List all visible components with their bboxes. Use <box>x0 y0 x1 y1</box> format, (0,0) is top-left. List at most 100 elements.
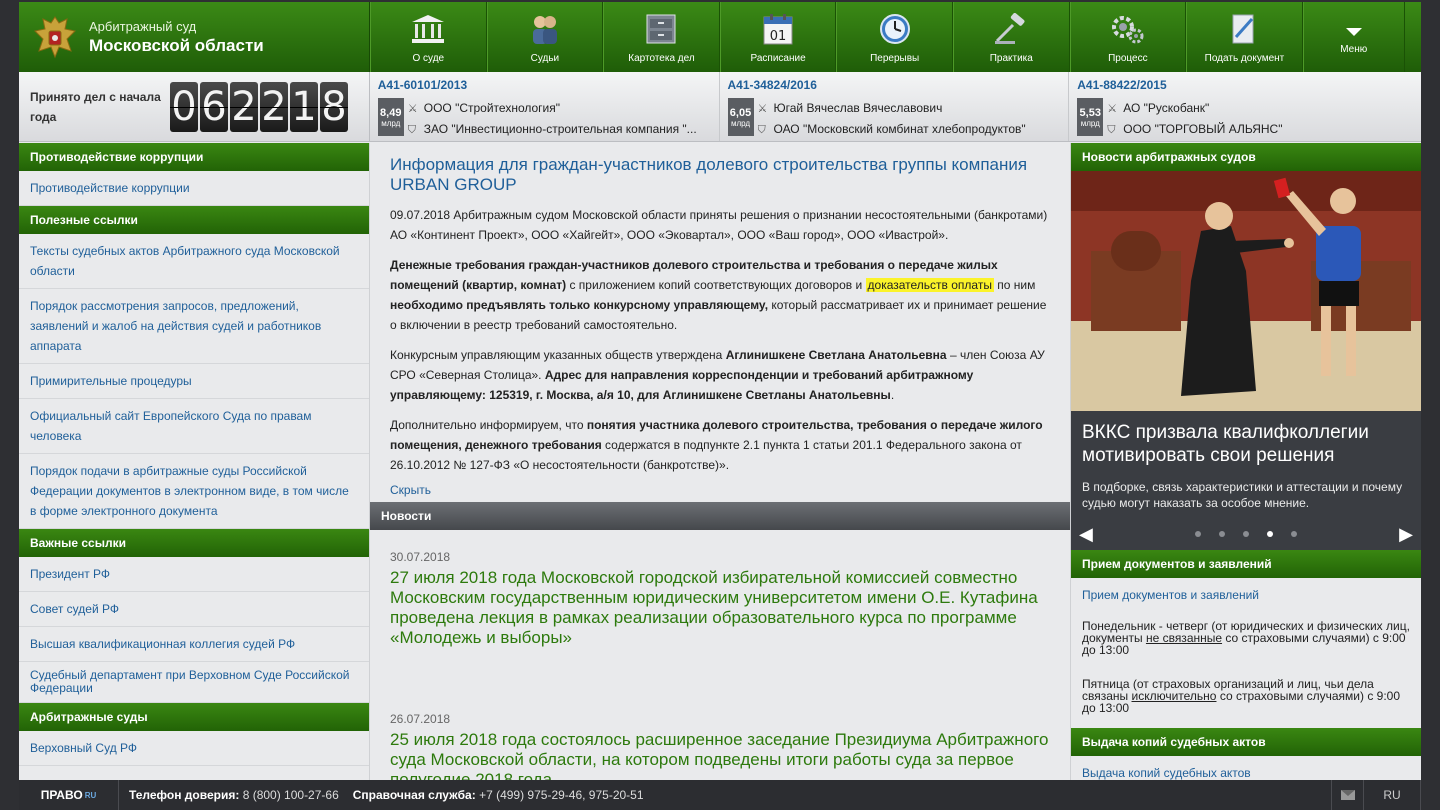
sidebar-link[interactable]: Высшая квалификационная коллегия судей Р… <box>19 627 369 662</box>
highlighted-text: доказательств оплаты <box>865 278 994 292</box>
news-title[interactable]: 27 июля 2018 года Московской городской и… <box>390 568 1050 648</box>
trust-phone: Телефон доверия: 8 (800) 100-27-66 <box>119 788 339 802</box>
main-content: Информация для граждан-участников долево… <box>370 143 1070 780</box>
case-amount-unit: млрд <box>381 118 401 128</box>
nav-breaks-label: Перерывы <box>870 53 920 64</box>
mail-button[interactable] <box>1331 780 1363 810</box>
case-number[interactable]: А41-88422/2015 <box>1077 78 1413 92</box>
slider-nav: ◀ ▶ <box>1071 524 1421 545</box>
news-title[interactable]: 25 июля 2018 года состоялось расширенное… <box>390 730 1050 780</box>
nav-judges[interactable]: Судьи <box>486 2 604 72</box>
shield-icon: ⛉ <box>1107 124 1116 136</box>
slider-dot[interactable] <box>1291 531 1297 537</box>
nav-practice[interactable]: Практика <box>952 2 1070 72</box>
sidebar-link[interactable]: Верховный Суд РФ <box>19 731 369 766</box>
news-date: 30.07.2018 <box>390 550 451 564</box>
cases-counter: Принято дел с начала года 0 6 2 2 1 8 <box>19 72 370 141</box>
sidebar-link[interactable]: Официальный сайт Европейского Суда по пр… <box>19 399 369 454</box>
counter-digit: 6 <box>200 81 228 132</box>
sidebar-link[interactable]: Президент РФ <box>19 557 369 592</box>
hide-link[interactable]: Скрыть <box>390 483 1050 497</box>
section-header-arbitration-courts: Арбитражные суды <box>19 703 369 731</box>
sidebar-link[interactable]: Тексты судебных актов Арбитражного суда … <box>19 234 369 289</box>
trust-phone-value: 8 (800) 100-27-66 <box>242 788 339 802</box>
shield-icon: ⛉ <box>757 124 766 136</box>
article-text: Дополнительно информируем, что <box>390 418 587 432</box>
case-number[interactable]: А41-34824/2016 <box>728 78 1061 92</box>
language-button[interactable]: RU <box>1363 780 1421 810</box>
reception-underlined: исключительно <box>1131 689 1217 703</box>
nav-schedule[interactable]: 01 Расписание <box>719 2 837 72</box>
nav-about[interactable]: О суде <box>370 2 487 72</box>
slider-dot[interactable] <box>1219 531 1225 537</box>
document-icon <box>1226 11 1262 47</box>
judges-icon <box>527 11 563 47</box>
reception-underlined: не связанные <box>1145 631 1223 645</box>
case-defendant: ЗАО "Инвестиционно-строительная компания… <box>423 122 697 136</box>
swords-icon: ⚔ <box>407 103 418 115</box>
slider-dots <box>1195 531 1297 537</box>
section-header-reception: Прием документов и заявлений <box>1071 550 1421 578</box>
clock-icon <box>877 11 913 47</box>
slide-text: В подборке, связь характеристики и аттес… <box>1082 480 1403 510</box>
slide-image[interactable] <box>1071 171 1421 411</box>
article-bold: Аглинишкене Светлана Анатольевна <box>725 348 947 362</box>
nav-submit-document[interactable]: Подать документ <box>1186 2 1303 72</box>
calendar-day: 01 <box>770 29 787 44</box>
nav-practice-label: Практика <box>989 53 1033 64</box>
copies-link[interactable]: Выдача копий судебных актов <box>1071 756 1421 780</box>
case-amount: 6,05 <box>729 106 752 119</box>
slide-title[interactable]: ВККС призвала квалифколлегии мотивироват… <box>1071 411 1421 467</box>
courthouse-icon <box>410 11 446 47</box>
case-plaintiff: Югай Вячеслав Вячеславович <box>773 101 943 115</box>
case-number[interactable]: А41-60101/2013 <box>378 78 711 92</box>
slider-dot-active[interactable] <box>1267 531 1273 537</box>
case-card[interactable]: А41-60101/2013 8,49 млрд ⚔ ООО "Стройтехно… <box>370 72 720 141</box>
envelope-icon <box>1340 790 1355 800</box>
nav-case-files[interactable]: Картотека дел <box>603 2 720 72</box>
case-amount-badge: 6,05 млрд <box>727 98 754 136</box>
news-header: Новости <box>370 502 1070 530</box>
counter-digits: 0 6 2 2 1 8 <box>170 81 348 132</box>
sidebar-link[interactable]: Противодействие коррупции <box>19 171 369 206</box>
pravo-logo-sup: RU <box>84 790 97 800</box>
article-title[interactable]: Информация для граждан-участников долево… <box>390 155 1050 195</box>
slider-dot[interactable] <box>1195 531 1201 537</box>
calendar-icon: 01 <box>760 11 796 47</box>
sidebar-link[interactable]: Порядок рассмотрения запросов, предложен… <box>19 289 369 364</box>
counter-digit: 2 <box>230 81 258 132</box>
pravo-logo[interactable]: ПРАВО RU <box>19 780 119 810</box>
section-header-copies: Выдача копий судебных актов <box>1071 728 1421 756</box>
counter-digit: 0 <box>170 81 198 132</box>
header-bar: Арбитражный суд Московской области О суд… <box>19 2 1421 72</box>
info-phone-value: +7 (499) 975-29-46, 975-20-51 <box>479 788 644 802</box>
chevron-down-icon <box>1345 27 1362 36</box>
article-text: Конкурсным управляющим указанных обществ… <box>390 348 726 362</box>
menu-button[interactable]: Меню <box>1302 2 1405 72</box>
slider-dot[interactable] <box>1243 531 1249 537</box>
sidebar-link[interactable]: Судебный департамент при Верховном Суде … <box>19 662 369 703</box>
sidebar-link[interactable]: Совет судей РФ <box>19 592 369 627</box>
info-phone: Справочная служба: +7 (499) 975-29-46, 9… <box>339 788 644 802</box>
cases-counter-label: Принято дел с начала года <box>30 89 161 124</box>
case-defendant: ООО "ТОРГОВЫЙ АЛЬЯНС" <box>1123 122 1283 136</box>
case-amount-badge: 8,49 млрд <box>377 98 404 136</box>
nav-breaks[interactable]: Перерывы <box>836 2 953 72</box>
nav-submit-document-label: Подать документ <box>1204 53 1285 64</box>
sidebar-link[interactable]: Примирительные процедуры <box>19 364 369 399</box>
case-card[interactable]: А41-88422/2015 5,53 млрд ⚔ АО "Рускобанк" … <box>1069 72 1421 141</box>
nav-process[interactable]: Процесс <box>1069 2 1187 72</box>
swords-icon: ⚔ <box>757 103 768 115</box>
case-amount-unit: млрд <box>730 118 751 128</box>
case-amount: 8,49 <box>380 106 402 119</box>
arrow-left-icon[interactable]: ◀ <box>1079 524 1093 545</box>
news-item: 26.07.2018 25 июля 2018 года состоялось … <box>390 712 1050 780</box>
news-item: 30.07.2018 27 июля 2018 года Московской … <box>390 550 1050 648</box>
reception-hours: Понедельник - четверг (от юридических и … <box>1071 612 1421 664</box>
arrow-right-icon[interactable]: ▶ <box>1399 524 1413 545</box>
case-card[interactable]: А41-34824/2016 6,05 млрд ⚔ Югай Вячеслав В… <box>720 72 1070 141</box>
reception-link[interactable]: Прием документов и заявлений <box>1071 578 1421 612</box>
coat-of-arms-icon <box>33 16 77 59</box>
sidebar-link[interactable]: Порядок подачи в арбитражные суды Россий… <box>19 454 369 529</box>
court-brand[interactable]: Арбитражный суд Московской области <box>19 2 370 72</box>
